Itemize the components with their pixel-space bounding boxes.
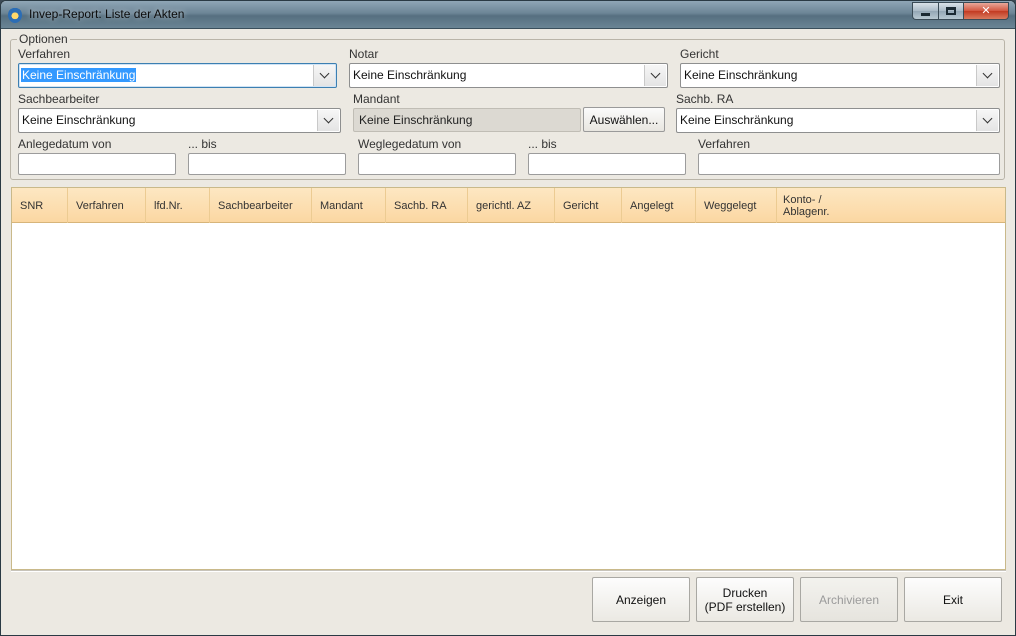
footer-divider (11, 570, 1006, 572)
sachb-ra-combo[interactable]: Keine Einschränkung (676, 108, 1000, 133)
mandant-select-button[interactable]: Auswählen... (583, 107, 665, 132)
weglegedatum-bis-label: ... bis (528, 137, 557, 151)
archivieren-button[interactable]: Archivieren (800, 577, 898, 622)
minimize-icon (921, 12, 930, 16)
column-header-sachbearbeiter[interactable]: Sachbearbeiter (210, 188, 312, 223)
verfahren-dropdown-button[interactable] (313, 65, 335, 86)
column-header-mandant[interactable]: Mandant (312, 188, 386, 223)
close-button[interactable]: ✕ (963, 2, 1009, 20)
chevron-down-icon (650, 68, 661, 79)
verfahren-text-label: Verfahren (698, 137, 751, 151)
app-icon (8, 7, 22, 23)
anlegedatum-von-label: Anlegedatum von (18, 137, 112, 151)
gericht-label: Gericht (680, 47, 719, 61)
column-header-snr[interactable]: SNR (12, 188, 68, 223)
options-legend: Optionen (17, 32, 70, 46)
column-header-gericht[interactable]: Gericht (555, 188, 622, 223)
sachbearbeiter-dropdown-button[interactable] (317, 110, 339, 131)
maximize-button[interactable] (938, 2, 963, 20)
chevron-down-icon (982, 68, 993, 79)
sachbearbeiter-label: Sachbearbeiter (18, 92, 100, 106)
sachb-ra-label: Sachb. RA (676, 92, 734, 106)
notar-dropdown-button[interactable] (644, 65, 666, 86)
gericht-combo[interactable]: Keine Einschränkung (680, 63, 1000, 88)
notar-value: Keine Einschränkung (353, 68, 467, 82)
column-header-gerichtl-az[interactable]: gerichtl. AZ (468, 188, 555, 223)
title-bar[interactable]: Invep-Report: Liste der Akten ✕ (1, 1, 1015, 29)
mandant-value: Keine Einschränkung (359, 113, 473, 127)
column-header-verfahren[interactable]: Verfahren (68, 188, 146, 223)
column-header-konto-ablagenr[interactable]: Konto- / Ablagenr. (777, 188, 1005, 223)
weglegedatum-von-label: Weglegedatum von (358, 137, 462, 151)
akten-table[interactable]: SNR Verfahren lfd.Nr. Sachbearbeiter Man… (11, 187, 1006, 570)
anlegedatum-bis-input[interactable] (188, 153, 346, 175)
close-icon: ✕ (981, 4, 991, 17)
gericht-dropdown-button[interactable] (976, 65, 998, 86)
notar-combo[interactable]: Keine Einschränkung (349, 63, 668, 88)
anlegedatum-von-input[interactable] (18, 153, 176, 175)
mandant-field: Keine Einschränkung (353, 108, 581, 132)
chevron-down-icon (319, 68, 330, 79)
weglegedatum-von-input[interactable] (358, 153, 516, 175)
chevron-down-icon (323, 113, 334, 124)
window-title: Invep-Report: Liste der Akten (29, 7, 185, 21)
sachbearbeiter-value: Keine Einschränkung (22, 113, 136, 127)
main-window: Invep-Report: Liste der Akten ✕ Optionen… (0, 0, 1016, 636)
mandant-label: Mandant (353, 92, 400, 106)
maximize-icon (946, 7, 956, 15)
notar-label: Notar (349, 47, 379, 61)
column-header-angelegt[interactable]: Angelegt (622, 188, 696, 223)
exit-button[interactable]: Exit (904, 577, 1002, 622)
verfahren-label: Verfahren (18, 47, 71, 61)
column-header-sachb-ra[interactable]: Sachb. RA (386, 188, 468, 223)
column-header-lfd-nr[interactable]: lfd.Nr. (146, 188, 210, 223)
column-header-weggelegt[interactable]: Weggelegt (696, 188, 777, 223)
weglegedatum-bis-input[interactable] (528, 153, 686, 175)
anlegedatum-bis-label: ... bis (188, 137, 217, 151)
anzeigen-button[interactable]: Anzeigen (592, 577, 690, 622)
chevron-down-icon (982, 113, 993, 124)
table-header: SNR Verfahren lfd.Nr. Sachbearbeiter Man… (12, 188, 1005, 223)
gericht-value: Keine Einschränkung (684, 68, 798, 82)
verfahren-text-input[interactable] (698, 153, 1000, 175)
sachb-ra-value: Keine Einschränkung (680, 113, 794, 127)
window-controls: ✕ (912, 2, 1009, 20)
verfahren-value: Keine Einschränkung (21, 68, 137, 82)
minimize-button[interactable] (912, 2, 938, 20)
verfahren-combo[interactable]: Keine Einschränkung (18, 63, 337, 88)
sachbearbeiter-combo[interactable]: Keine Einschränkung (18, 108, 341, 133)
drucken-button[interactable]: Drucken (PDF erstellen) (696, 577, 794, 622)
sachb-ra-dropdown-button[interactable] (976, 110, 998, 131)
